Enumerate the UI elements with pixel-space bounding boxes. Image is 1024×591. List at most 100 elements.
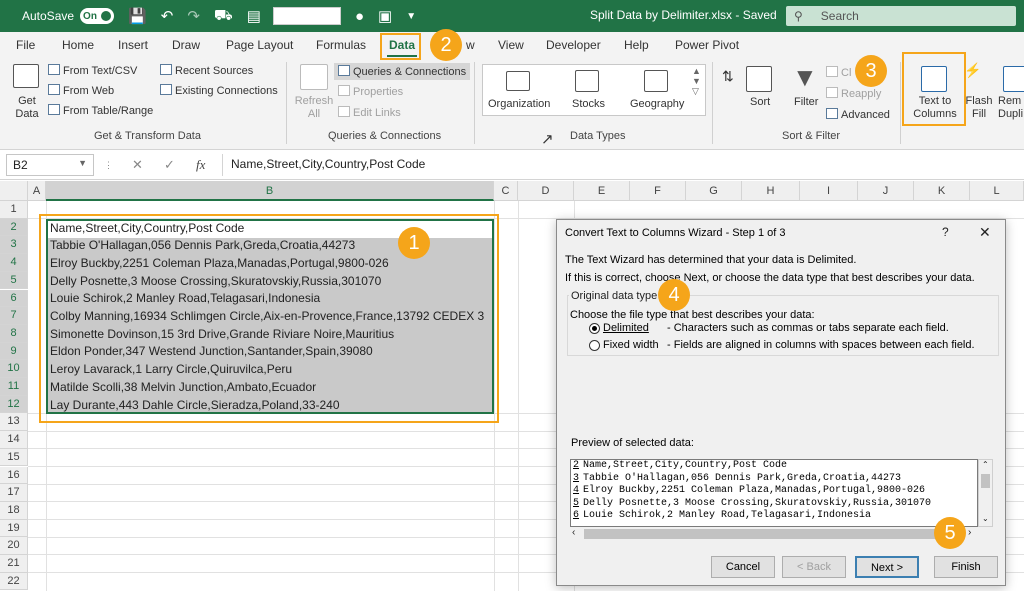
organization-button[interactable]: Organization xyxy=(488,98,550,110)
sort-button[interactable]: Sort xyxy=(750,96,770,108)
flash-fill-button[interactable]: Flash Fill xyxy=(964,95,994,121)
row-header[interactable]: 12 xyxy=(0,395,28,414)
column-header-f[interactable]: F xyxy=(630,181,686,201)
scroll-thumb[interactable] xyxy=(584,529,940,539)
help-button[interactable]: ? xyxy=(942,225,949,239)
customize-qat-icon[interactable]: ▼ xyxy=(406,11,416,22)
row-header[interactable]: 15 xyxy=(0,448,28,467)
row-header[interactable]: 20 xyxy=(0,537,28,555)
finish-button[interactable]: Finish xyxy=(934,556,998,578)
tab-insert[interactable]: Insert xyxy=(118,38,148,52)
row-header[interactable]: 2 xyxy=(0,218,28,237)
undo-icon[interactable]: ↶ xyxy=(161,7,174,25)
formula-input[interactable]: Name,Street,City,Country,Post Code xyxy=(222,154,1020,176)
column-header-e[interactable]: E xyxy=(574,181,630,201)
scroll-right-icon[interactable]: › xyxy=(968,527,971,538)
scroll-thumb[interactable] xyxy=(981,474,990,488)
from-table-button[interactable]: From Table/Range xyxy=(48,104,153,117)
tab-help[interactable]: Help xyxy=(624,38,649,52)
cancel-button[interactable]: Cancel xyxy=(711,556,775,578)
search-box[interactable]: ⚲ Search xyxy=(786,6,1016,26)
filter-button[interactable]: Filter xyxy=(794,96,818,108)
tab-draw[interactable]: Draw xyxy=(172,38,200,52)
insert-function-button[interactable]: fx xyxy=(196,157,205,173)
row-header[interactable]: 1 xyxy=(0,201,28,219)
properties-button[interactable]: Properties xyxy=(338,85,403,98)
scroll-up-icon[interactable]: ⌃ xyxy=(982,460,989,469)
preview-horizontal-scrollbar[interactable]: ‹ › xyxy=(570,527,978,541)
existing-connections-button[interactable]: Existing Connections xyxy=(160,84,278,97)
column-header-h[interactable]: H xyxy=(742,181,800,201)
row-header[interactable]: 19 xyxy=(0,519,28,538)
close-icon[interactable]: ✕ xyxy=(979,224,991,241)
sort-az-icon[interactable]: ⇅ xyxy=(722,68,734,84)
back-button[interactable]: < Back xyxy=(782,556,846,578)
row-header[interactable]: 21 xyxy=(0,555,28,573)
queries-connections-button[interactable]: Queries & Connections xyxy=(334,63,471,80)
tab-file[interactable]: File xyxy=(16,38,35,52)
row-header[interactable]: 10 xyxy=(0,360,28,378)
tab-page-layout[interactable]: Page Layout xyxy=(226,38,293,52)
row-header[interactable]: 22 xyxy=(0,572,28,591)
get-data-button[interactable]: Get Data xyxy=(10,95,44,121)
row-header[interactable]: 11 xyxy=(0,378,28,396)
stocks-button[interactable]: Stocks xyxy=(572,98,605,110)
refresh-all-button[interactable]: Refresh All xyxy=(294,95,334,121)
camera-icon[interactable]: ▣ xyxy=(378,7,392,25)
column-header-g[interactable]: G xyxy=(686,181,742,201)
more-options-icon[interactable]: ⋮ xyxy=(104,160,113,171)
row-header[interactable]: 18 xyxy=(0,501,28,520)
radio-fixed-width[interactable] xyxy=(589,340,600,351)
delimited-label[interactable]: Delimited xyxy=(603,322,649,334)
remove-duplicates-button[interactable]: Rem Dupli xyxy=(998,95,1024,121)
preview-vertical-scrollbar[interactable]: ⌃ ⌄ xyxy=(978,459,993,527)
record-icon[interactable]: ● xyxy=(355,8,364,25)
row-header[interactable]: 17 xyxy=(0,484,28,502)
scroll-left-icon[interactable]: ‹ xyxy=(572,527,575,538)
save-icon[interactable]: 💾 xyxy=(128,7,147,25)
column-header-a[interactable]: A xyxy=(28,181,46,201)
redo-icon[interactable]: ↷ xyxy=(187,7,200,25)
reapply-button[interactable]: Reapply xyxy=(826,87,881,100)
row-header[interactable]: 16 xyxy=(0,466,28,485)
row-header[interactable]: 14 xyxy=(0,431,28,449)
column-header-k[interactable]: K xyxy=(914,181,970,201)
select-all-corner[interactable] xyxy=(0,181,28,201)
column-header-j[interactable]: J xyxy=(858,181,914,201)
row-header[interactable]: 13 xyxy=(0,413,28,432)
gallery-scroll-icon[interactable]: ▲ ▼ ▽ xyxy=(692,66,701,97)
recent-sources-button[interactable]: Recent Sources xyxy=(160,64,253,77)
form-icon[interactable]: ▤ xyxy=(247,7,261,25)
row-header[interactable]: 7 xyxy=(0,307,28,325)
column-header-d[interactable]: D xyxy=(518,181,574,201)
row-header[interactable]: 6 xyxy=(0,289,28,308)
scroll-down-icon[interactable]: ⌄ xyxy=(982,514,989,523)
name-box[interactable]: B2 ▼ xyxy=(6,154,94,176)
column-header-l[interactable]: L xyxy=(970,181,1024,201)
row-header[interactable]: 4 xyxy=(0,254,28,272)
next-button[interactable]: Next > xyxy=(855,556,919,578)
row-header[interactable]: 8 xyxy=(0,324,28,343)
from-text-csv-button[interactable]: From Text/CSV xyxy=(48,64,137,77)
tab-formulas[interactable]: Formulas xyxy=(316,38,366,52)
quick-access-input[interactable] xyxy=(272,7,341,25)
tab-developer[interactable]: Developer xyxy=(546,38,601,52)
column-header-b[interactable]: B xyxy=(46,181,494,201)
row-header[interactable]: 5 xyxy=(0,271,28,290)
confirm-entry-icon[interactable]: ✓ xyxy=(164,157,175,173)
geography-button[interactable]: Geography xyxy=(630,98,684,110)
tab-review-partial[interactable]: w xyxy=(466,38,475,52)
autosave-toggle[interactable]: On xyxy=(80,8,115,24)
tab-home[interactable]: Home xyxy=(62,38,94,52)
filter-quick-icon[interactable]: ⛟ xyxy=(214,7,233,26)
row-header[interactable]: 9 xyxy=(0,342,28,361)
cancel-entry-icon[interactable]: ✕ xyxy=(132,157,143,173)
row-header[interactable]: 3 xyxy=(0,236,28,255)
clear-button[interactable]: Cl xyxy=(826,66,851,79)
advanced-button[interactable]: Advanced xyxy=(826,108,890,121)
data-preview[interactable]: 2 Name,Street,City,Country,Post Code 3 Tab… xyxy=(570,459,978,527)
radio-delimited[interactable] xyxy=(589,323,600,334)
tab-power-pivot[interactable]: Power Pivot xyxy=(675,38,739,52)
from-web-button[interactable]: From Web xyxy=(48,84,114,97)
column-header-i[interactable]: I xyxy=(800,181,858,201)
